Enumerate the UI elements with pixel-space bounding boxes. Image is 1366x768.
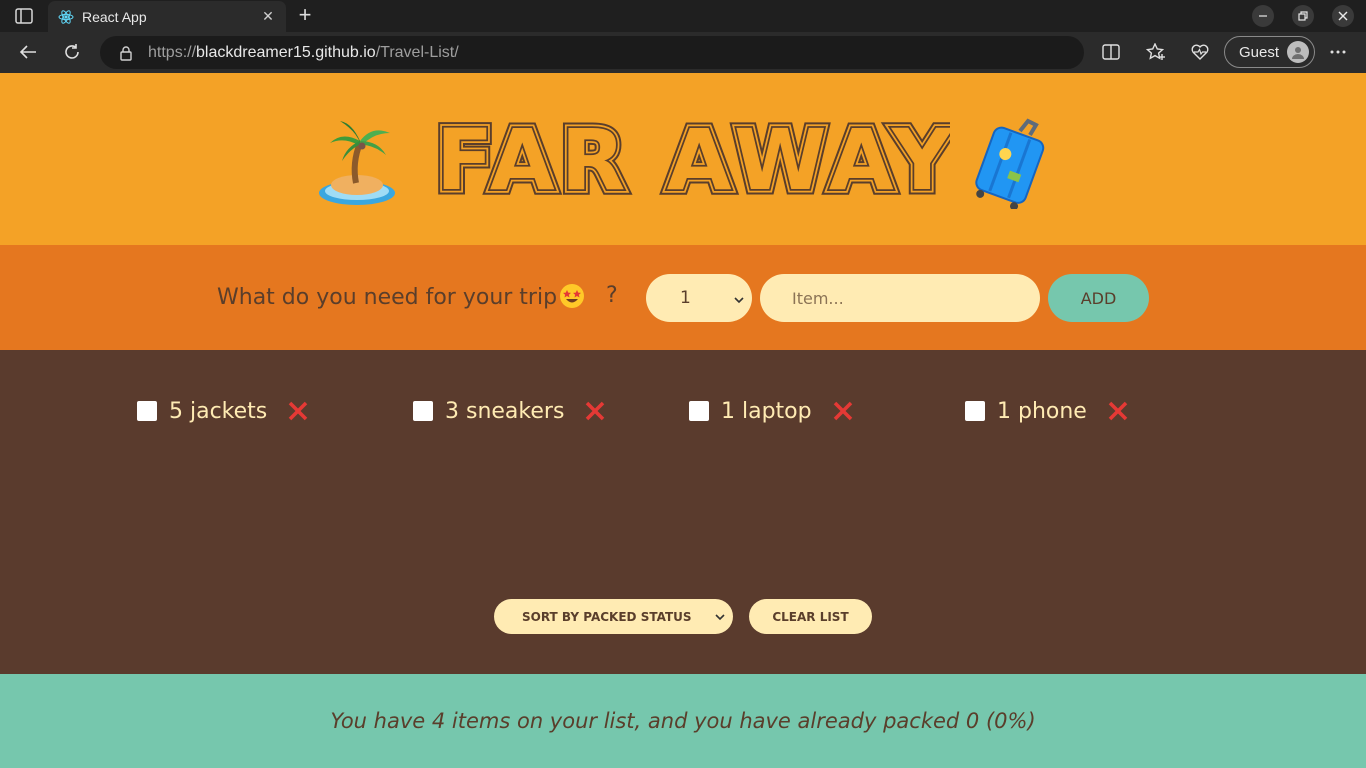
chevron-down-icon — [715, 611, 725, 621]
form-question: What do you need for your trip — [217, 283, 585, 310]
delete-icon[interactable] — [287, 400, 309, 422]
react-icon — [58, 9, 74, 25]
quantity-select[interactable]: 1 — [646, 274, 752, 322]
delete-icon[interactable] — [584, 400, 606, 422]
app-title: FAR AWAY FAR AWAY FAR AWAY FAR AWAY — [430, 106, 959, 215]
reload-icon[interactable] — [60, 40, 84, 64]
plus-icon[interactable]: + — [294, 4, 316, 26]
list-item: 3 sneakers — [413, 396, 606, 426]
app-header: FAR AWAY FAR AWAY FAR AWAY FAR AWAY — [0, 73, 1366, 245]
quantity-value: 1 — [680, 288, 691, 308]
sort-select[interactable]: SORT BY PACKED STATUS — [494, 599, 733, 634]
browser-tab-bar: React App ✕ + — [0, 0, 1366, 32]
item-input-placeholder: Item... — [792, 288, 844, 308]
list-item: 1 laptop — [689, 396, 854, 426]
url-text: https://blackdreamer15.github.io/Travel-… — [148, 43, 459, 61]
browser-toolbar: https://blackdreamer15.github.io/Travel-… — [0, 32, 1366, 73]
packed-checkbox[interactable] — [689, 401, 709, 421]
clear-list-button[interactable]: CLEAR LIST — [749, 599, 872, 634]
item-description: 3 sneakers — [445, 398, 565, 424]
item-description: 1 phone — [997, 398, 1087, 424]
tab-actions-icon[interactable] — [10, 6, 38, 26]
packed-checkbox[interactable] — [965, 401, 985, 421]
item-description: 5 jackets — [169, 398, 268, 424]
svg-text:FAR AWAY: FAR AWAY — [436, 113, 950, 203]
lock-icon[interactable] — [118, 45, 134, 61]
sort-value: SORT BY PACKED STATUS — [522, 609, 692, 624]
item-input[interactable]: Item... — [760, 274, 1040, 322]
packing-list: 5 jackets 3 sneakers 1 laptop 1 phone SO… — [0, 350, 1366, 674]
star-icon[interactable] — [1144, 40, 1168, 64]
back-arrow-icon[interactable] — [16, 40, 40, 64]
question-mark: ? — [606, 283, 618, 308]
packed-checkbox[interactable] — [413, 401, 433, 421]
restore-icon[interactable] — [1292, 5, 1314, 27]
chevron-down-icon — [734, 290, 744, 304]
heart-pulse-icon[interactable] — [1188, 40, 1212, 64]
browser-tab[interactable]: React App ✕ — [48, 1, 286, 32]
stats-text: You have 4 items on your list, and you h… — [330, 709, 1036, 733]
stats-footer: You have 4 items on your list, and you h… — [0, 674, 1366, 768]
item-description: 1 laptop — [721, 398, 812, 424]
close-icon[interactable]: ✕ — [260, 9, 276, 25]
tab-title: React App — [82, 8, 147, 25]
add-item-form: What do you need for your trip ? 1 Item.… — [0, 245, 1366, 350]
list-item: 1 phone — [965, 396, 1129, 426]
delete-icon[interactable] — [832, 400, 854, 422]
split-screen-icon[interactable] — [1099, 40, 1123, 64]
minimize-icon[interactable] — [1252, 5, 1274, 27]
add-button[interactable]: ADD — [1048, 274, 1149, 322]
star-struck-emoji — [559, 283, 585, 309]
list-item: 5 jackets — [137, 396, 309, 426]
palm-island-emoji — [312, 113, 402, 209]
close-window-icon[interactable] — [1332, 5, 1354, 27]
more-icon[interactable] — [1326, 40, 1350, 64]
address-bar[interactable]: https://blackdreamer15.github.io/Travel-… — [100, 36, 1084, 69]
avatar — [1287, 41, 1309, 63]
luggage-emoji — [970, 113, 1054, 211]
delete-icon[interactable] — [1107, 400, 1129, 422]
profile-label: Guest — [1239, 43, 1280, 61]
packed-checkbox[interactable] — [137, 401, 157, 421]
profile-button[interactable]: Guest — [1224, 36, 1315, 68]
app-page: FAR AWAY FAR AWAY FAR AWAY FAR AWAY What… — [0, 73, 1366, 768]
